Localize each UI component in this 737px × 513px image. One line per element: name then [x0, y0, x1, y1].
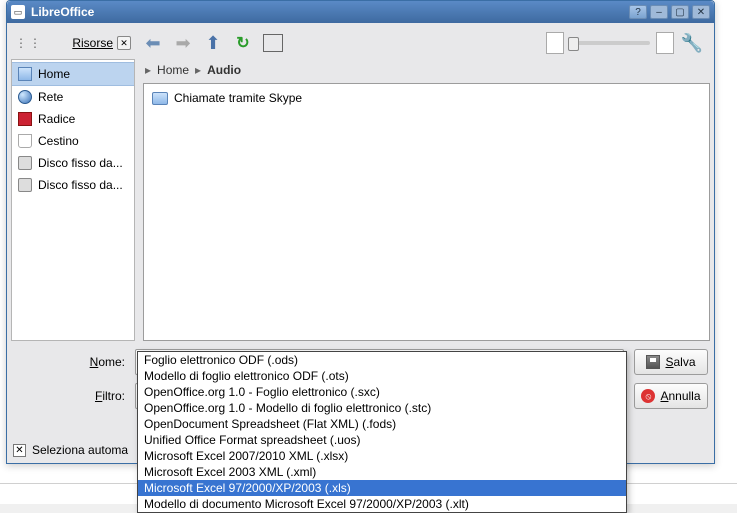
places-item-rete[interactable]: Rete	[12, 86, 134, 108]
chevron-right-icon: ▸	[195, 63, 201, 77]
filter-label: Filtro:	[13, 389, 135, 403]
reload-button[interactable]: ↻	[231, 31, 255, 55]
filter-option[interactable]: OpenOffice.org 1.0 - Modello di foglio e…	[138, 400, 626, 416]
breadcrumb: ▸ Home ▸ Audio	[143, 59, 710, 83]
filter-option[interactable]: Microsoft Excel 2003 XML (.xml)	[138, 464, 626, 480]
filter-option[interactable]: Foglio elettronico ODF (.ods)	[138, 352, 626, 368]
filter-dropdown-list[interactable]: Foglio elettronico ODF (.ods)Modello di …	[137, 351, 627, 513]
places-header: ⋮⋮ Risorse ✕	[11, 27, 135, 59]
places-item-label: Rete	[38, 90, 63, 104]
toolbar: ⬅ ➡ ⬆ ↻ 🔧	[135, 27, 710, 59]
places-drag-icon[interactable]: ⋮⋮	[15, 36, 43, 50]
close-button[interactable]: ✕	[692, 5, 710, 19]
places-label: Risorse	[47, 36, 113, 50]
places-item-disco-fisso-da-[interactable]: Disco fisso da...	[12, 174, 134, 196]
filter-option[interactable]: Microsoft Excel 97/2000/XP/2003 (.xls)	[138, 480, 626, 496]
chevron-right-icon: ▸	[145, 63, 151, 77]
back-button[interactable]: ⬅	[141, 31, 165, 55]
auto-extension-label: Seleziona automa	[32, 443, 128, 457]
help-button[interactable]: ?	[629, 5, 647, 19]
breadcrumb-current[interactable]: Audio	[207, 63, 241, 77]
places-item-label: Radice	[38, 112, 75, 126]
folder-icon	[152, 92, 168, 105]
places-item-disco-fisso-da-[interactable]: Disco fisso da...	[12, 152, 134, 174]
filter-option[interactable]: Microsoft Excel 2007/2010 XML (.xlsx)	[138, 448, 626, 464]
name-label: Nome:	[13, 355, 135, 369]
auto-extension-checkbox[interactable]: ✕	[13, 444, 26, 457]
filter-option[interactable]: Modello di foglio elettronico ODF (.ots)	[138, 368, 626, 384]
breadcrumb-home[interactable]: Home	[157, 63, 189, 77]
file-item[interactable]: Chiamate tramite Skype	[148, 88, 705, 108]
trash-icon	[18, 134, 32, 148]
places-close-button[interactable]: ✕	[117, 36, 131, 50]
up-button[interactable]: ⬆	[201, 31, 225, 55]
preview-max-icon	[656, 32, 674, 54]
places-item-label: Disco fisso da...	[38, 178, 123, 192]
titlebar[interactable]: ▭ LibreOffice ? – ▢ ✕	[7, 1, 714, 23]
places-item-cestino[interactable]: Cestino	[12, 130, 134, 152]
settings-button[interactable]: 🔧	[680, 31, 704, 55]
save-icon	[646, 355, 660, 369]
filter-option[interactable]: OpenOffice.org 1.0 - Foglio elettronico …	[138, 384, 626, 400]
disk-icon	[18, 156, 32, 170]
cancel-icon: ⦸	[641, 389, 655, 403]
places-item-label: Disco fisso da...	[38, 156, 123, 170]
preview-min-icon	[546, 32, 564, 54]
file-item-label: Chiamate tramite Skype	[174, 91, 302, 105]
root-icon	[18, 112, 32, 126]
cancel-button[interactable]: ⦸ Annulla	[634, 383, 708, 409]
maximize-button[interactable]: ▢	[671, 5, 689, 19]
places-panel: Home Rete Radice Cestino Disco fisso da... Di…	[11, 59, 135, 341]
globe-icon	[18, 90, 32, 104]
window-title: LibreOffice	[31, 5, 629, 19]
preview-slider[interactable]	[570, 41, 650, 45]
file-list[interactable]: Chiamate tramite Skype	[143, 83, 710, 341]
filter-option[interactable]: Unified Office Format spreadsheet (.uos)	[138, 432, 626, 448]
minimize-button[interactable]: –	[650, 5, 668, 19]
places-item-home[interactable]: Home	[12, 62, 134, 86]
filter-option[interactable]: OpenDocument Spreadsheet (Flat XML) (.fo…	[138, 416, 626, 432]
places-item-label: Cestino	[38, 134, 79, 148]
forward-button[interactable]: ➡	[171, 31, 195, 55]
server-button[interactable]	[261, 31, 285, 55]
home-icon	[18, 67, 32, 81]
app-icon: ▭	[11, 5, 25, 19]
filter-option[interactable]: Modello di documento Microsoft Excel 97/…	[138, 496, 626, 512]
places-item-radice[interactable]: Radice	[12, 108, 134, 130]
places-item-label: Home	[38, 67, 70, 81]
save-button[interactable]: Salva	[634, 349, 708, 375]
disk-icon	[18, 178, 32, 192]
